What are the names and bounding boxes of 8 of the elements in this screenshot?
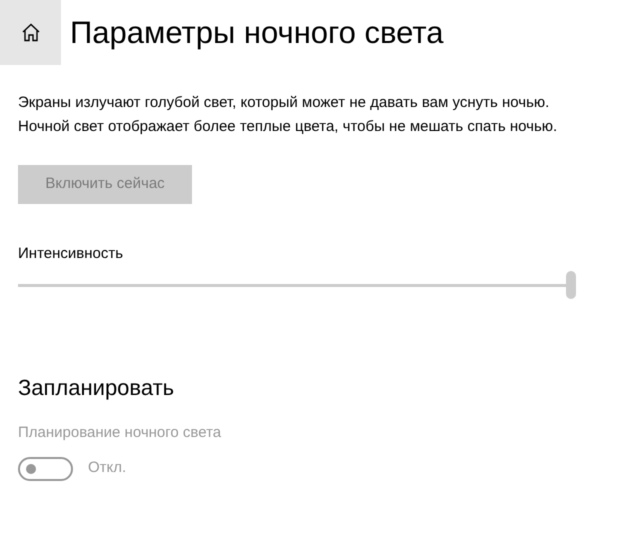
home-button[interactable] <box>0 0 61 65</box>
description-text: Экраны излучают голубой свет, который может не давать вам уснуть ночью. Ночной свет отображает более теплые цвета, чтобы не мешать спать ночью. <box>18 93 558 137</box>
toggle-state-text: Откл. <box>88 458 126 478</box>
intensity-label: Интенсивность <box>18 244 124 264</box>
schedule-heading: Запланировать <box>18 374 176 402</box>
schedule-label: Планирование ночного света <box>18 422 222 443</box>
page-title: Параметры ночного света <box>70 14 444 52</box>
home-icon <box>20 23 40 42</box>
